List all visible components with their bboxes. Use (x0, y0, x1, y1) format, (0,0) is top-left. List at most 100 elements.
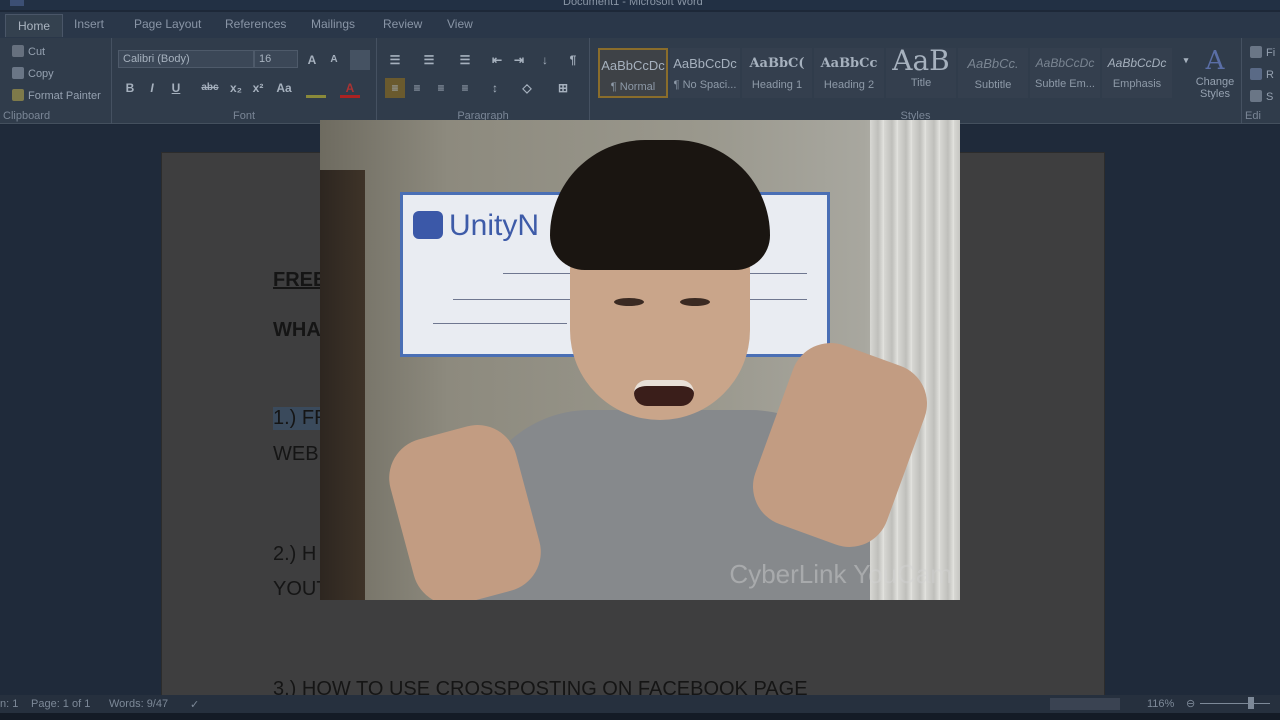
style-subtitle[interactable]: AaBbCc. Subtitle (958, 48, 1028, 98)
doc-line: WHA (273, 319, 321, 341)
zoom-slider[interactable] (1200, 703, 1270, 704)
copy-label: Copy (28, 68, 54, 80)
style-normal[interactable]: AaBbCcDc ¶ Normal (598, 48, 668, 98)
style-name: Title (910, 77, 932, 89)
cursor-icon (1250, 90, 1262, 102)
window-title: Document1 - Microsoft Word (563, 0, 703, 8)
paragraph-group: ☰ ☰ ☰ ⇤ ⇥ ↓ ¶ ≡ ≡ ≡ ≡ ↕ ◇ ⊞ Paragraph (377, 38, 590, 124)
ribbon: Cut Copy Format Painter Clipboard Calibr… (0, 38, 1280, 124)
title-bar: Document1 - Microsoft Word (0, 0, 1280, 10)
shading-icon[interactable]: ◇ (517, 78, 537, 98)
tab-mailings[interactable]: Mailings (311, 17, 355, 31)
tab-insert[interactable]: Insert (74, 17, 104, 31)
zoom-level[interactable]: 116% (1147, 698, 1174, 710)
align-right-icon[interactable]: ≡ (431, 78, 451, 98)
word-count[interactable]: Words: 9/47 (109, 698, 168, 710)
increase-indent-icon[interactable]: ⇥ (509, 50, 529, 70)
bullets-icon[interactable]: ☰ (385, 50, 405, 70)
replace-button[interactable]: R (1250, 68, 1274, 81)
tab-review[interactable]: Review (383, 17, 422, 31)
cheque-logo: UnityN (413, 209, 539, 243)
align-center-icon[interactable]: ≡ (407, 78, 427, 98)
view-buttons[interactable] (1050, 698, 1120, 710)
style-name: ¶ Normal (610, 81, 656, 93)
find-label: Fi (1266, 47, 1276, 59)
style-preview: AaB (892, 44, 950, 77)
brush-icon (12, 89, 24, 101)
style-name: ¶ No Spaci... (673, 79, 737, 91)
page-indicator[interactable]: Page: 1 of 1 (31, 698, 90, 710)
clipboard-label: Clipboard (3, 110, 51, 122)
tab-home[interactable]: Home (5, 14, 64, 37)
format-painter-button[interactable]: Format Painter (12, 89, 101, 102)
decrease-indent-icon[interactable]: ⇤ (487, 50, 507, 70)
section-indicator: n: 1 (0, 698, 19, 710)
style-name: Subtitle (974, 79, 1012, 91)
justify-icon[interactable]: ≡ (455, 78, 475, 98)
style-no-spacing[interactable]: AaBbCcDc ¶ No Spaci... (670, 48, 740, 98)
copy-button[interactable]: Copy (12, 67, 54, 80)
style-preview: AaBbCc. (967, 56, 1019, 71)
style-heading-2[interactable]: AaBbCc Heading 2 (814, 48, 884, 98)
line-spacing-icon[interactable]: ↕ (485, 78, 505, 98)
style-name: Subtle Em... (1035, 78, 1095, 90)
binoculars-icon (1250, 46, 1262, 58)
zoom-slider-handle[interactable] (1248, 697, 1254, 709)
numbering-icon[interactable]: ☰ (419, 50, 439, 70)
tab-page-layout[interactable]: Page Layout (134, 17, 201, 31)
doc-line: 2.) H (273, 543, 317, 565)
sort-icon[interactable]: ↓ (535, 50, 555, 70)
tab-view[interactable]: View (447, 17, 473, 31)
style-subtle-emphasis[interactable]: AaBbCcDc Subtle Em... (1030, 48, 1100, 98)
eye (680, 298, 710, 306)
proofing-icon[interactable]: ✓ (190, 698, 199, 711)
style-name: Heading 2 (823, 79, 875, 91)
change-case-button[interactable]: Aa (274, 78, 294, 98)
change-styles-button[interactable]: A Change Styles (1192, 46, 1238, 100)
style-heading-1[interactable]: AaBbC( Heading 1 (742, 48, 812, 98)
eye (614, 298, 644, 306)
taskbar (0, 713, 1280, 720)
clear-format-icon[interactable] (350, 50, 370, 70)
tab-references[interactable]: References (225, 17, 286, 31)
superscript-button[interactable]: x² (248, 78, 268, 98)
subscript-button[interactable]: x₂ (226, 78, 246, 98)
strikethrough-button[interactable]: abc (200, 78, 220, 98)
grow-font-button[interactable]: A (302, 50, 322, 70)
shrink-font-button[interactable]: A (324, 50, 344, 70)
cheque-brand: UnityN (449, 209, 540, 242)
format-painter-label: Format Painter (28, 90, 101, 102)
borders-icon[interactable]: ⊞ (553, 78, 573, 98)
editing-label: Edi (1245, 110, 1261, 122)
save-icon[interactable] (10, 0, 24, 6)
show-formatting-button[interactable]: ¶ (563, 50, 583, 70)
font-color-button[interactable]: A (340, 78, 360, 98)
font-name-select[interactable]: Calibri (Body) (118, 50, 254, 68)
clipboard-group: Cut Copy Format Painter Clipboard (0, 38, 112, 124)
multilevel-list-icon[interactable]: ☰ (455, 50, 475, 70)
align-left-icon[interactable]: ≡ (385, 78, 405, 98)
find-button[interactable]: Fi (1250, 46, 1275, 59)
underline-button[interactable]: U (166, 78, 186, 98)
select-button[interactable]: S (1250, 90, 1273, 103)
style-preview: AaBbC( (749, 56, 805, 71)
style-title[interactable]: AaB Title (886, 44, 956, 98)
mouth (634, 380, 694, 406)
person (470, 140, 870, 600)
bold-button[interactable]: B (120, 78, 140, 98)
door (320, 170, 365, 600)
italic-button[interactable]: I (142, 78, 162, 98)
style-preview: AaBbCcDc (1107, 56, 1167, 70)
editing-group: Fi R S Edi (1242, 38, 1280, 124)
cut-label: Cut (28, 46, 46, 58)
font-size-select[interactable]: 16 (254, 50, 298, 68)
font-group: Calibri (Body) 16 A A B I U abc x₂ x² Aa… (112, 38, 377, 124)
style-name: Heading 1 (751, 79, 803, 91)
cut-button[interactable]: Cut (12, 45, 45, 58)
zoom-out-icon[interactable]: ⊖ (1186, 697, 1195, 710)
style-emphasis[interactable]: AaBbCcDc Emphasis (1102, 48, 1172, 98)
replace-label: R (1266, 69, 1274, 81)
style-preview: AaBbCcDc (673, 56, 737, 71)
style-preview: AaBbCcDc (601, 58, 665, 73)
highlight-icon[interactable] (306, 78, 326, 98)
